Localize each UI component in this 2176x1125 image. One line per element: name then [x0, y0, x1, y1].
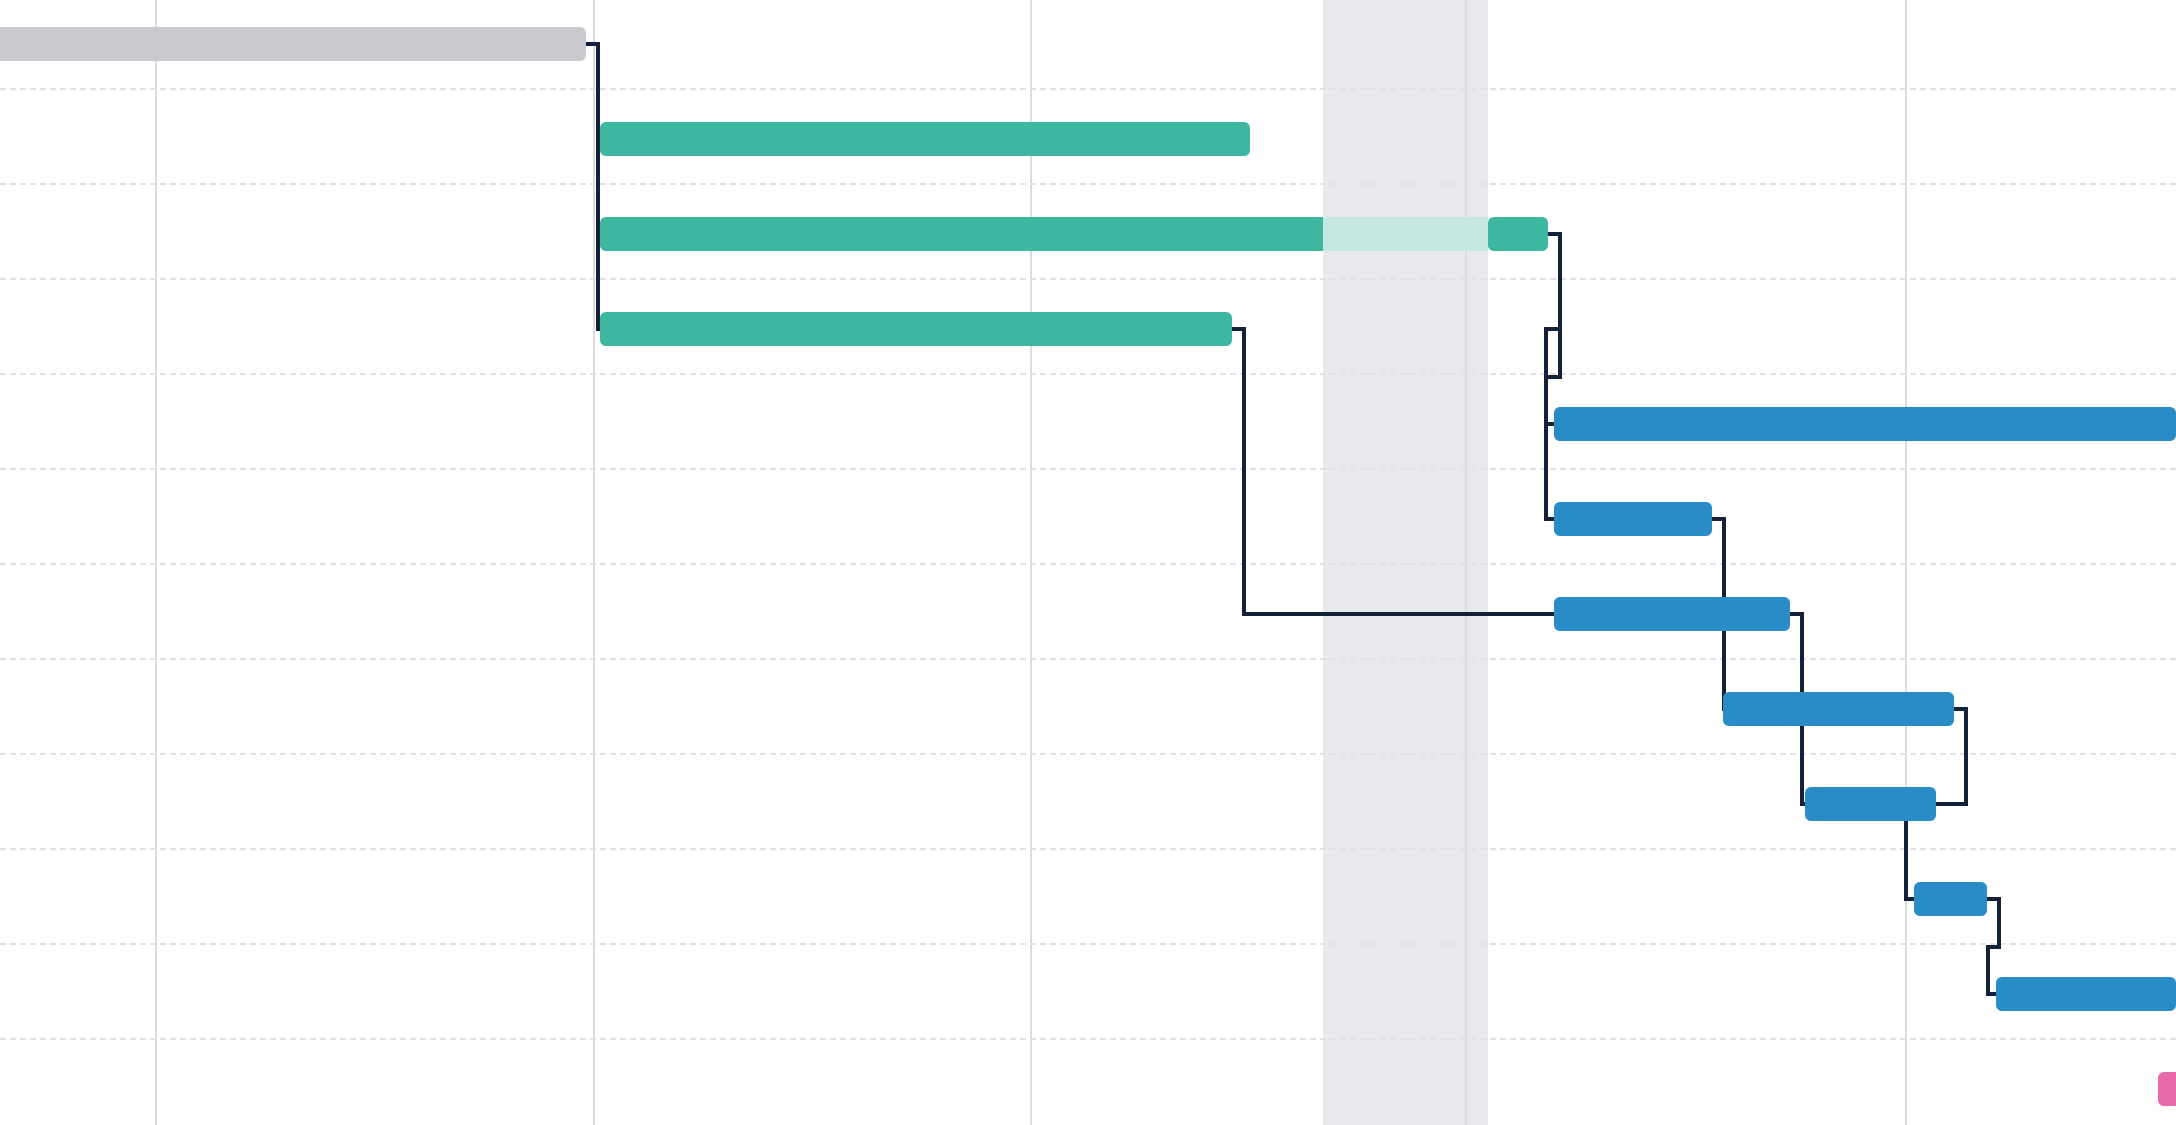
gridline-horizontal: [0, 183, 2176, 185]
task-bar-t2a[interactable]: [600, 217, 1324, 251]
overdue-marker[interactable]: [2158, 1072, 2176, 1106]
task-bar-t5[interactable]: [1554, 502, 1712, 536]
gridline-horizontal: [0, 563, 2176, 565]
dependency-connector: [1544, 375, 1548, 522]
task-bar-t10[interactable]: [1996, 977, 2176, 1011]
dependency-connector: [1558, 232, 1562, 379]
task-bar-t6[interactable]: [1554, 597, 1789, 631]
gridline-horizontal: [0, 278, 2176, 280]
dependency-connector: [1964, 707, 1968, 806]
task-bar-t4[interactable]: [1554, 407, 2176, 441]
dependency-connector: [1997, 897, 2001, 949]
task-bar-t1[interactable]: [600, 122, 1251, 156]
task-bar-t9[interactable]: [1914, 882, 1987, 916]
gridline-horizontal: [0, 1038, 2176, 1040]
gridline-horizontal: [0, 753, 2176, 755]
dependency-connector: [1986, 945, 1990, 997]
task-bar-t8[interactable]: [1805, 787, 1936, 821]
task-bar-t3[interactable]: [600, 312, 1233, 346]
task-bar-t2b[interactable]: [1323, 217, 1487, 251]
gantt-chart[interactable]: [0, 0, 2176, 1125]
dependency-connector: [596, 42, 600, 331]
dependency-connector: [1242, 327, 1246, 616]
gridline-horizontal: [0, 848, 2176, 850]
gridline-horizontal: [0, 88, 2176, 90]
gridline-horizontal: [0, 373, 2176, 375]
dependency-connector: [1242, 612, 1556, 616]
task-bar-t0[interactable]: [0, 27, 586, 61]
task-bar-t7[interactable]: [1723, 692, 1954, 726]
gridline-horizontal: [0, 658, 2176, 660]
gridline-horizontal: [0, 943, 2176, 945]
task-bar-t2c[interactable]: [1488, 217, 1548, 251]
gridline-horizontal: [0, 468, 2176, 470]
